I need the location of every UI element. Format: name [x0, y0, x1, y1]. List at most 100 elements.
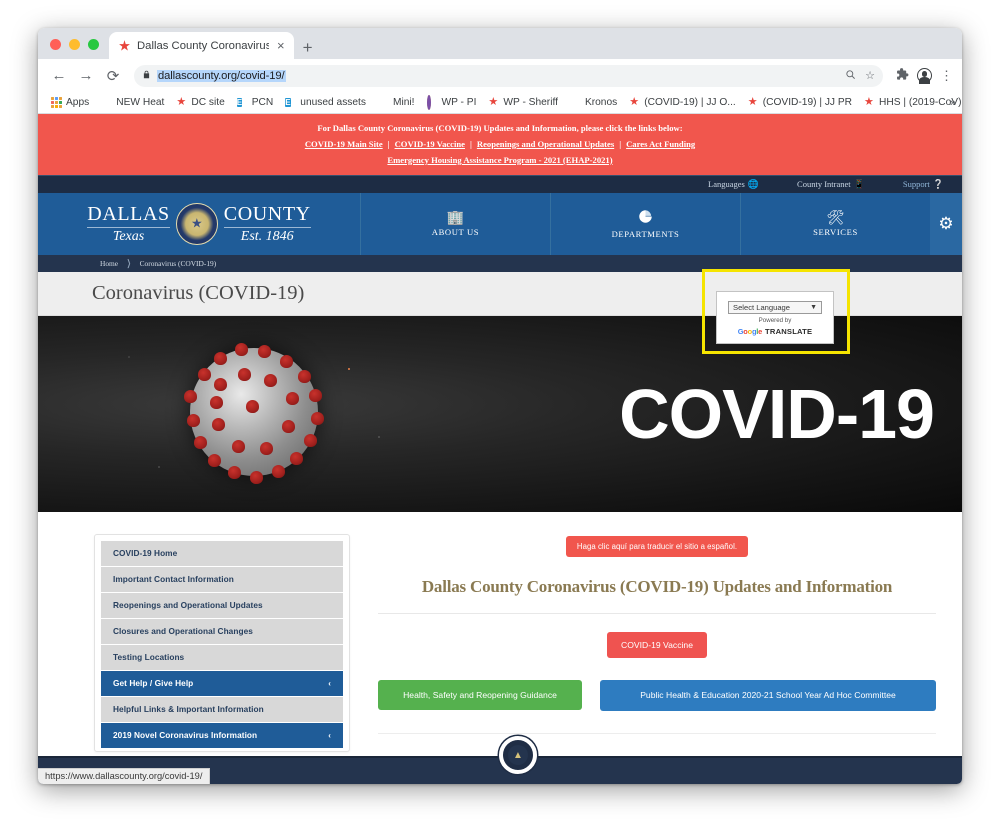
bookmark-dc-site[interactable]: ★ DC site: [170, 97, 230, 109]
bookmark-label: WP - Sheriff: [503, 97, 558, 108]
alert-link-vaccine[interactable]: COVID-19 Vaccine: [395, 139, 465, 149]
utilnav-item-support[interactable]: Support ❔: [903, 179, 944, 190]
logo-county: COUNTY: [223, 202, 311, 225]
translate-to-spanish-button[interactable]: Haga clic aquí para traducir el sitio a …: [565, 535, 749, 557]
utilnav-label: Languages: [708, 179, 745, 190]
sidebar-item-important-contact-information[interactable]: Important Contact Information: [101, 566, 343, 593]
tab-title: Dallas County Coronavirus (CO: [137, 39, 269, 52]
breadcrumb-home[interactable]: Home: [100, 259, 118, 268]
sidebar-item-label: Closures and Operational Changes: [113, 626, 253, 637]
nav-item-about-us[interactable]: 🏢 ABOUT US: [360, 192, 550, 255]
minimize-window-button[interactable]: [69, 39, 80, 50]
sidebar-item-reopenings-and-operational-updates[interactable]: Reopenings and Operational Updates: [101, 592, 343, 619]
logo-est-1846: Est. 1846: [223, 226, 311, 244]
address-bar-url: dallascounty.org/covid-19/: [157, 69, 286, 82]
utilnav-label: Support: [902, 179, 930, 190]
utilnav-item-languages[interactable]: Languages 🌐: [708, 179, 759, 190]
address-bar[interactable]: dallascounty.org/covid-19/ ☆: [134, 64, 883, 87]
bookmark-new-heat[interactable]: NEW Heat: [95, 97, 170, 108]
sidebar-item-label: 2019 Novel Coronavirus Information: [113, 730, 258, 741]
covid-19-vaccine-button[interactable]: COVID-19 Vaccine: [607, 631, 707, 658]
red-square-icon: [101, 97, 112, 108]
health-safety-reopening-guidance-button[interactable]: Health, Safety and Reopening Guidance: [378, 679, 582, 710]
bookmark-star-icon[interactable]: ☆: [865, 69, 875, 82]
tools-icon: 🛠: [826, 209, 845, 226]
page-content: COVID-19 Home Important Contact Informat…: [38, 511, 962, 770]
coronavirus-illustration: [184, 342, 324, 484]
select-language-value: Select Language: [733, 303, 791, 312]
alert-link-ehap[interactable]: Emergency Housing Assistance Program - 2…: [387, 155, 612, 165]
nav-item-departments[interactable]: DEPARTMENTS: [550, 192, 740, 255]
alert-link-cares-act[interactable]: Cares Act Funding: [626, 139, 695, 149]
bookmark-unused-assets[interactable]: E unused assets: [279, 97, 372, 108]
bookmark-apps[interactable]: Apps: [45, 97, 95, 108]
main-column: Haga clic aquí para traducir el sitio a …: [378, 534, 936, 770]
sidebar-item-covid-19-home[interactable]: COVID-19 Home: [101, 540, 343, 567]
site-logo[interactable]: DALLAS Texas COUNTY Est. 1846: [38, 193, 360, 255]
browser-menu-icon[interactable]: ⋮: [940, 69, 953, 82]
breadcrumb-separator-icon: ❯: [126, 257, 131, 268]
bookmark-pcn[interactable]: E PCN: [231, 97, 280, 108]
scroll-to-top-button[interactable]: ▲: [499, 736, 537, 774]
gear-icon[interactable]: ⚙: [930, 192, 962, 255]
bookmark-label: (COVID-19) | JJ O...: [644, 97, 736, 108]
logo-right-text: COUNTY Est. 1846: [223, 202, 311, 244]
question-circle-icon: ❔: [932, 178, 944, 189]
chevron-down-icon: ▼: [810, 304, 817, 311]
alert-link-main-site[interactable]: COVID-19 Main Site: [305, 139, 383, 149]
lock-icon: [142, 69, 151, 82]
bookmark-kronos[interactable]: Kronos: [564, 97, 623, 108]
sidebar-item-testing-locations[interactable]: Testing Locations: [101, 644, 343, 671]
sidebar-item-label: Get Help / Give Help: [113, 678, 194, 689]
nav-label: ABOUT US: [431, 227, 480, 238]
logo-dallas: DALLAS: [87, 202, 170, 225]
new-tab-button[interactable]: +: [303, 39, 313, 56]
bookmark-hhs[interactable]: ★ HHS | (2019-CoV): [858, 97, 962, 109]
sidebar-chevron-icon: ‹: [328, 678, 331, 688]
sidebar-item-get-help-give-help[interactable]: Get Help / Give Help ‹: [101, 670, 343, 697]
bookmark-mini[interactable]: Mini!: [372, 97, 421, 108]
sidebar-item-label: Reopenings and Operational Updates: [113, 600, 263, 611]
blue-e-icon: E: [285, 98, 291, 107]
bookmark-wp-pi[interactable]: WP - PI: [421, 95, 483, 110]
bookmark-covid-jj-o[interactable]: ★ (COVID-19) | JJ O...: [623, 97, 742, 109]
sidebar-item-closures-and-operational-changes[interactable]: Closures and Operational Changes: [101, 618, 343, 645]
sidebar-item-label: Testing Locations: [113, 652, 185, 663]
google-logo: Google: [737, 327, 763, 336]
page-title: Coronavirus (COVID-19): [92, 281, 305, 304]
alert-second-line: Emergency Housing Assistance Program - 2…: [48, 153, 952, 169]
public-health-education-committee-button[interactable]: Public Health & Education 2020-21 School…: [600, 679, 936, 711]
bookmark-label: Mini!: [392, 97, 415, 108]
bookmarks-overflow-icon[interactable]: »: [950, 97, 956, 109]
browser-toolbar: ← → ⟳ dallascounty.org/covid-19/ ☆ ⋮: [38, 59, 962, 92]
close-window-button[interactable]: [50, 39, 61, 50]
close-icon[interactable]: ×: [275, 39, 287, 52]
bookmark-covid-jj-pr[interactable]: ★ (COVID-19) | JJ PR: [742, 96, 858, 109]
tab-strip: Dallas County Coronavirus (CO × +: [38, 28, 962, 59]
nav-item-services[interactable]: 🛠 SERVICES: [740, 192, 930, 255]
avatar-icon[interactable]: [917, 68, 932, 85]
sidebar-item-2019-novel-coronavirus-information[interactable]: 2019 Novel Coronavirus Information ‹: [101, 722, 343, 749]
red-star-icon: ★: [747, 96, 758, 108]
bookmark-wp-sheriff[interactable]: ★ WP - Sheriff: [482, 97, 564, 109]
puzzle-icon[interactable]: [895, 67, 909, 84]
browser-tab[interactable]: Dallas County Coronavirus (CO ×: [109, 32, 294, 59]
sidebar-chevron-icon: ‹: [328, 730, 331, 740]
sidebar-item-helpful-links-important-information[interactable]: Helpful Links & Important Information: [101, 696, 343, 723]
maximize-window-button[interactable]: [88, 39, 99, 50]
button-row: Health, Safety and Reopening Guidance Pu…: [378, 679, 936, 711]
breadcrumb: Home ❯ Coronavirus (COVID-19): [38, 254, 962, 272]
covid-alert-banner: For Dallas County Coronavirus (COVID-19)…: [38, 114, 962, 175]
back-icon[interactable]: ←: [47, 64, 71, 88]
reload-icon[interactable]: ⟳: [101, 64, 125, 88]
site-main-nav: DALLAS Texas COUNTY Est. 1846 🏢 ABOUT US…: [38, 192, 962, 255]
bookmark-label: Kronos: [584, 97, 618, 108]
logo-texas: Texas: [87, 226, 170, 244]
search-icon[interactable]: [845, 69, 856, 83]
nav-label: DEPARTMENTS: [611, 228, 680, 239]
utilnav-item-county-intranet[interactable]: County Intranet 📱: [797, 179, 865, 190]
select-language-dropdown[interactable]: Select Language ▼: [728, 301, 822, 314]
utility-nav: Languages 🌐 County Intranet 📱 Support ❔: [38, 174, 962, 193]
alert-link-reopenings[interactable]: Reopenings and Operational Updates: [477, 139, 614, 149]
forward-icon[interactable]: →: [74, 64, 98, 88]
